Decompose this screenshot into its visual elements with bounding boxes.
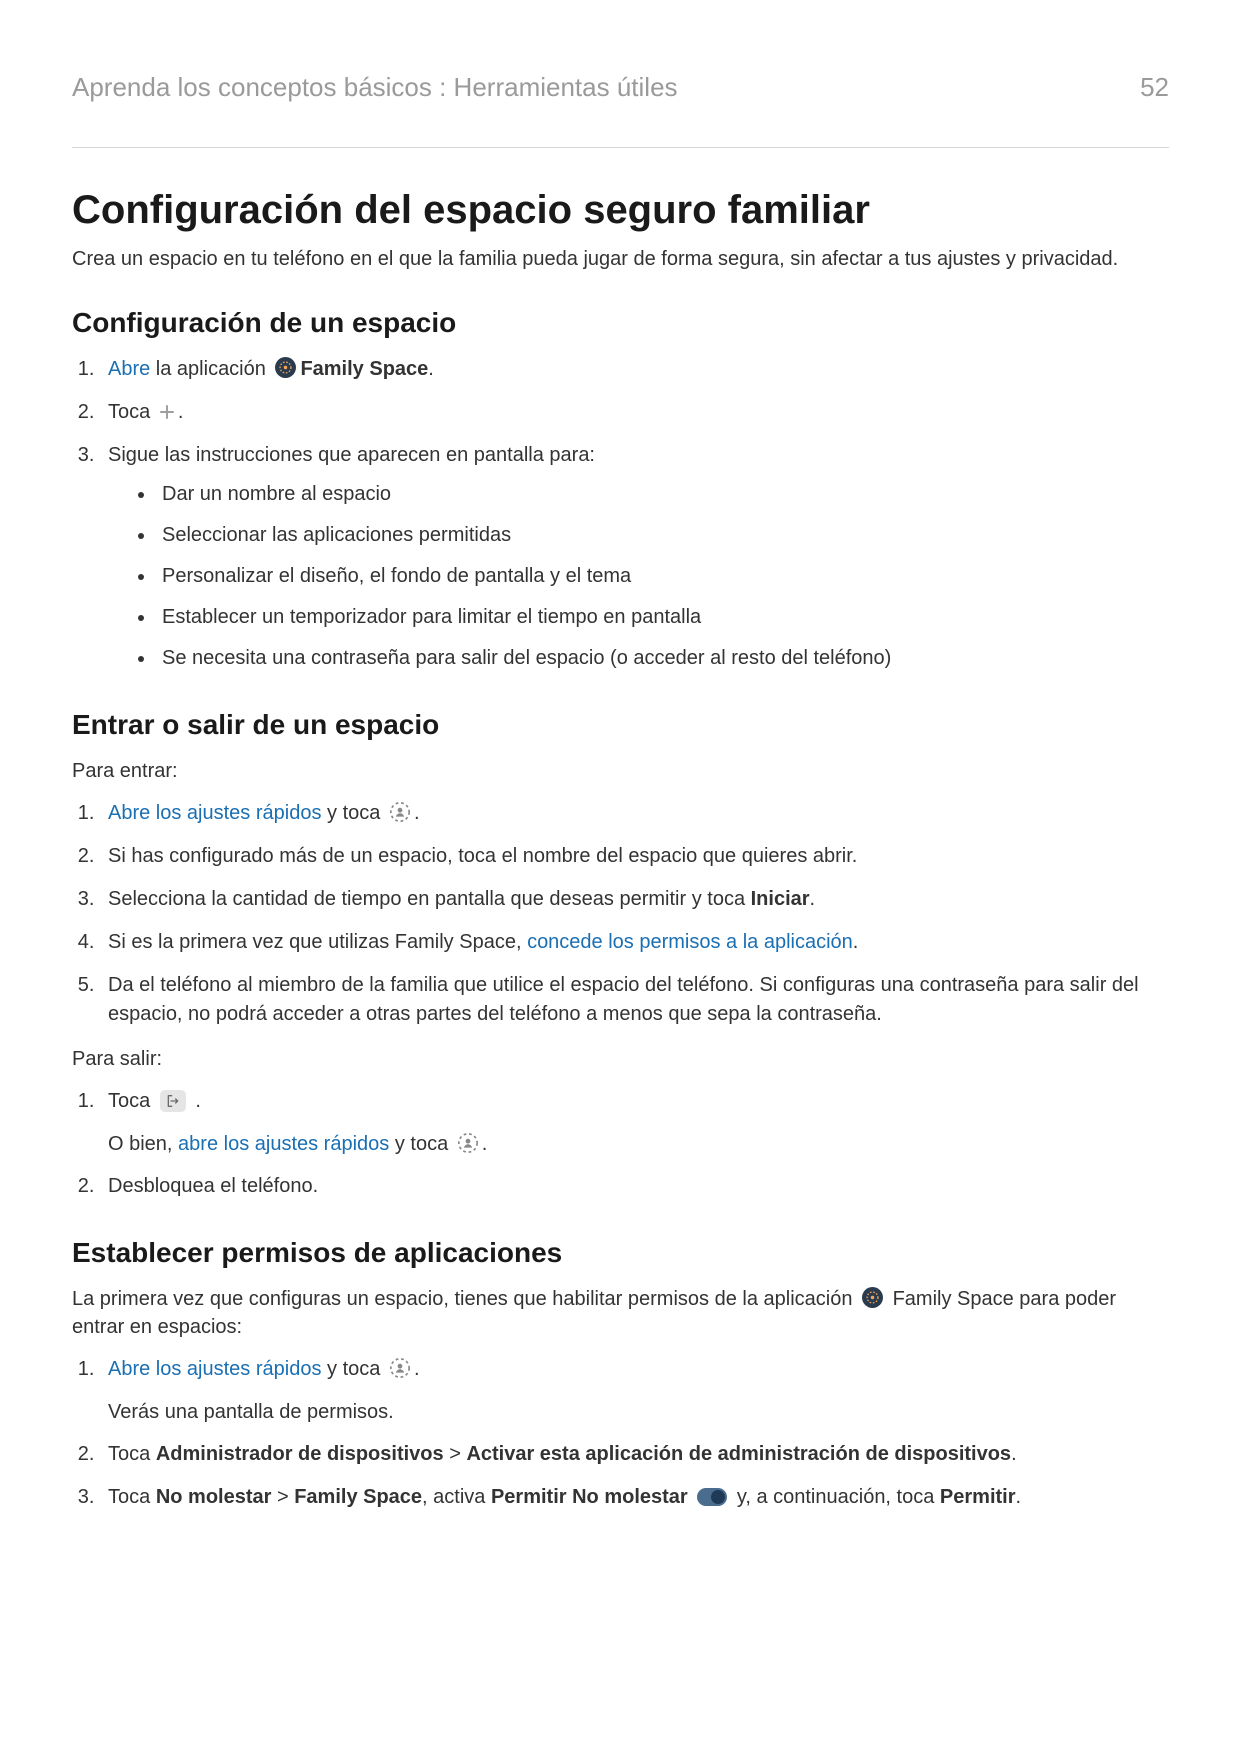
text: Toca	[108, 1090, 156, 1112]
space-person-icon	[457, 1132, 479, 1154]
text: Toca	[108, 1443, 156, 1465]
period: .	[853, 931, 859, 953]
open-app-link[interactable]: Abre	[108, 358, 150, 380]
page-header: Aprenda los conceptos básicos : Herramie…	[72, 72, 1169, 147]
period: .	[190, 1090, 201, 1112]
section-config-space: Configuración de un espacio Abre la apli…	[72, 307, 1169, 673]
gt: >	[444, 1443, 467, 1465]
exit-step1: Toca . O bien, abre los ajustes rápidos …	[100, 1087, 1169, 1158]
exit-label: Para salir:	[72, 1045, 1169, 1073]
perm-step3: Toca No molestar > Family Space, activa …	[100, 1483, 1169, 1512]
family-space-icon	[862, 1287, 883, 1308]
enter-label: Para entrar:	[72, 757, 1169, 785]
device-admin-label: Administrador de dispositivos	[156, 1443, 444, 1465]
allow-dnd-label: Permitir No molestar	[491, 1486, 688, 1508]
intro-paragraph: Crea un espacio en tu teléfono en el que…	[72, 245, 1169, 273]
enter-step4: Si es la primera vez que utilizas Family…	[100, 928, 1169, 957]
section3-heading: Establecer permisos de aplicaciones	[72, 1237, 1169, 1269]
open-quick-settings-link[interactable]: Abre los ajustes rápidos	[108, 1358, 321, 1380]
exit-steps: Toca . O bien, abre los ajustes rápidos …	[72, 1087, 1169, 1201]
text: y, a continuación, toca	[731, 1486, 940, 1508]
period: .	[1016, 1486, 1022, 1508]
enter-step5: Da el teléfono al miembro de la familia …	[100, 971, 1169, 1029]
activate-admin-label: Activar esta aplicación de administració…	[466, 1443, 1011, 1465]
text: , activa	[422, 1486, 491, 1508]
text: La primera vez que configuras un espacio…	[72, 1288, 858, 1310]
open-quick-settings-link[interactable]: abre los ajustes rápidos	[178, 1133, 389, 1155]
text: Toca	[108, 1486, 156, 1508]
period: .	[482, 1133, 488, 1155]
exit-step1-sub: O bien, abre los ajustes rápidos y toca …	[108, 1130, 1169, 1158]
period: .	[810, 888, 816, 910]
iniciar-label: Iniciar	[751, 888, 810, 910]
page: Aprenda los conceptos básicos : Herramie…	[0, 0, 1241, 1754]
bullet: Se necesita una contraseña para salir de…	[156, 644, 1169, 673]
page-title: Configuración del espacio seguro familia…	[72, 188, 1169, 233]
section1-steps: Abre la aplicación Family Space. Toca . …	[72, 355, 1169, 673]
section2-heading: Entrar o salir de un espacio	[72, 709, 1169, 741]
period: .	[178, 401, 184, 423]
permitir-label: Permitir	[940, 1486, 1016, 1508]
dnd-label: No molestar	[156, 1486, 272, 1508]
bullet: Dar un nombre al espacio	[156, 480, 1169, 509]
section-permissions: Establecer permisos de aplicaciones La p…	[72, 1237, 1169, 1512]
perm-step1-sub: Verás una pantalla de permisos.	[108, 1398, 1169, 1426]
exit-step2: Desbloquea el teléfono.	[100, 1172, 1169, 1201]
bullet: Seleccionar las aplicaciones permitidas	[156, 521, 1169, 550]
text: Selecciona la cantidad de tiempo en pant…	[108, 888, 751, 910]
enter-steps: Abre los ajustes rápidos y toca . Si has…	[72, 799, 1169, 1029]
toggle-on-icon	[697, 1488, 727, 1506]
text: O bien,	[108, 1133, 178, 1155]
space-person-icon	[389, 1357, 411, 1379]
space-person-icon	[389, 801, 411, 823]
text: y toca	[321, 1358, 385, 1380]
section1-step3: Sigue las instrucciones que aparecen en …	[100, 441, 1169, 673]
text: Si es la primera vez que utilizas Family…	[108, 931, 527, 953]
text: la aplicación	[150, 358, 271, 380]
period: .	[414, 802, 420, 824]
enter-step2: Si has configurado más de un espacio, to…	[100, 842, 1169, 871]
section1-heading: Configuración de un espacio	[72, 307, 1169, 339]
section3-intro: La primera vez que configuras un espacio…	[72, 1285, 1169, 1341]
enter-step1: Abre los ajustes rápidos y toca .	[100, 799, 1169, 828]
plus-icon	[158, 403, 176, 421]
perm-step1: Abre los ajustes rápidos y toca . Verás …	[100, 1355, 1169, 1426]
section-enter-exit: Entrar o salir de un espacio Para entrar…	[72, 709, 1169, 1201]
breadcrumb: Aprenda los conceptos básicos : Herramie…	[72, 72, 678, 103]
text: y toca	[321, 802, 385, 824]
section3-steps: Abre los ajustes rápidos y toca . Verás …	[72, 1355, 1169, 1512]
enter-step3: Selecciona la cantidad de tiempo en pant…	[100, 885, 1169, 914]
text: y toca	[389, 1133, 453, 1155]
grant-permissions-link[interactable]: concede los permisos a la aplicación	[527, 931, 853, 953]
section1-step1: Abre la aplicación Family Space.	[100, 355, 1169, 384]
bullet: Establecer un temporizador para limitar …	[156, 603, 1169, 632]
section1-step3-bullets: Dar un nombre al espacio Seleccionar las…	[108, 480, 1169, 673]
period: .	[414, 1358, 420, 1380]
period: .	[1011, 1443, 1017, 1465]
step3-lead: Sigue las instrucciones que aparecen en …	[108, 444, 595, 466]
family-space-icon	[275, 357, 296, 378]
exit-icon	[160, 1090, 186, 1112]
bullet: Personalizar el diseño, el fondo de pant…	[156, 562, 1169, 591]
open-quick-settings-link[interactable]: Abre los ajustes rápidos	[108, 802, 321, 824]
section1-step2: Toca .	[100, 398, 1169, 427]
text: Toca	[108, 401, 156, 423]
family-space-label: Family Space	[294, 1486, 422, 1508]
period: .	[428, 358, 434, 380]
family-space-label: Family Space	[300, 358, 428, 380]
header-rule	[72, 147, 1169, 148]
page-number: 52	[1140, 72, 1169, 103]
gt: >	[271, 1486, 294, 1508]
perm-step2: Toca Administrador de dispositivos > Act…	[100, 1440, 1169, 1469]
